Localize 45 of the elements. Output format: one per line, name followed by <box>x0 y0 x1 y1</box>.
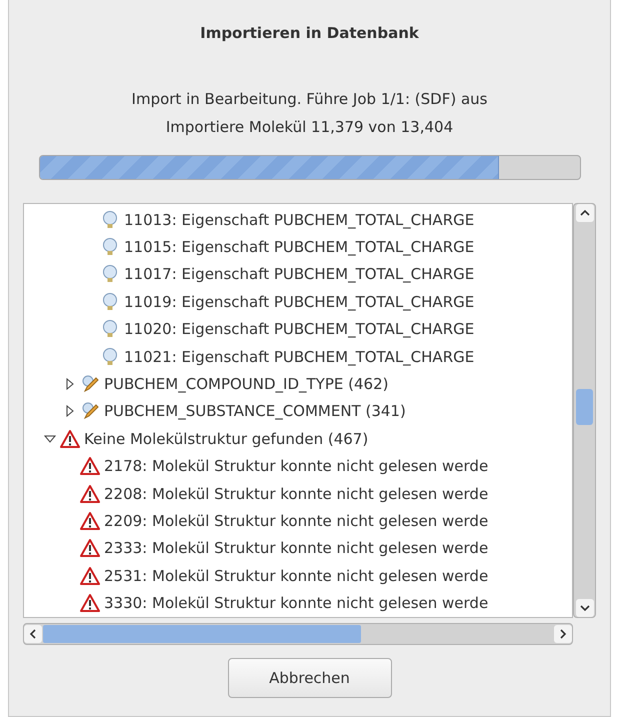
scroll-thumb[interactable] <box>43 625 361 643</box>
tree-item[interactable]: 11013: Eigenschaft PUBCHEM_TOTAL_CHARGE <box>124 210 474 229</box>
vertical-scrollbar[interactable] <box>573 203 596 618</box>
lightbulb-icon <box>100 210 120 230</box>
expander-icon[interactable] <box>64 378 76 390</box>
expander-icon[interactable] <box>64 405 76 418</box>
window-title: Importieren in Datenbank <box>200 23 419 44</box>
tree-item[interactable]: 11020: Eigenschaft PUBCHEM_TOTAL_CHARGE <box>124 320 474 338</box>
warning-icon <box>80 566 100 586</box>
lightbulb-icon <box>100 319 120 340</box>
pencil-icon <box>80 401 100 422</box>
scroll-thumb[interactable] <box>576 389 593 425</box>
tree-item[interactable]: 2209: Molekül Struktur konnte nicht gelesen werde <box>104 512 488 530</box>
pencil-icon <box>80 374 100 394</box>
tree-item[interactable]: 11019: Eigenschaft PUBCHEM_TOTAL_CHARGE <box>124 292 474 311</box>
status-text: Import in Bearbeitung. Führe Job 1/1: (SDF) aus <box>132 89 488 110</box>
warning-icon <box>80 510 100 531</box>
warning-icon <box>80 593 100 614</box>
warning-icon <box>80 456 100 476</box>
tree-item[interactable]: 2531: Molekül Struktur konnte nicht gelesen werde <box>104 566 488 585</box>
tree-item[interactable]: 11017: Eigenschaft PUBCHEM_TOTAL_CHARGE <box>124 265 474 284</box>
tree-item[interactable]: 2333: Molekül Struktur konnte nicht gelesen werde <box>104 539 488 558</box>
tree-item[interactable]: 3330: Molekül Struktur konnte nicht gelesen werde <box>104 594 488 612</box>
lightbulb-icon <box>100 264 120 284</box>
tree-item[interactable]: PUBCHEM_COMPOUND_ID_TYPE (462) <box>104 375 388 394</box>
lightbulb-icon <box>100 292 120 312</box>
cancel-button[interactable]: Abbrechen <box>228 658 392 698</box>
warning-icon <box>80 484 100 504</box>
tree-item[interactable]: 11021: Eigenschaft PUBCHEM_TOTAL_CHARGE <box>124 348 474 366</box>
warning-icon <box>80 538 100 558</box>
tree-item[interactable]: 11015: Eigenschaft PUBCHEM_TOTAL_CHARGE <box>124 238 474 256</box>
warning-icon <box>60 428 80 449</box>
lightbulb-icon <box>100 237 120 258</box>
lightbulb-icon <box>100 346 120 367</box>
scroll-down-icon[interactable] <box>576 599 594 617</box>
tree-item[interactable]: 2178: Molekül Struktur konnte nicht gelesen werde <box>104 457 488 476</box>
horizontal-scrollbar[interactable] <box>23 623 573 645</box>
tree-item[interactable]: PUBCHEM_SUBSTANCE_COMMENT (341) <box>104 402 406 420</box>
tree-item[interactable]: 2208: Molekül Struktur konnte nicht gelesen werde <box>104 484 488 503</box>
scroll-up-icon[interactable] <box>576 204 594 222</box>
expander-icon[interactable] <box>44 432 56 445</box>
scroll-left-icon[interactable] <box>24 625 42 643</box>
tree-item[interactable]: Keine Molekülstruktur gefunden (467) <box>84 430 368 448</box>
status-text: Importiere Molekül 11,379 von 13,404 <box>164 117 454 138</box>
scroll-right-icon[interactable] <box>554 625 572 643</box>
